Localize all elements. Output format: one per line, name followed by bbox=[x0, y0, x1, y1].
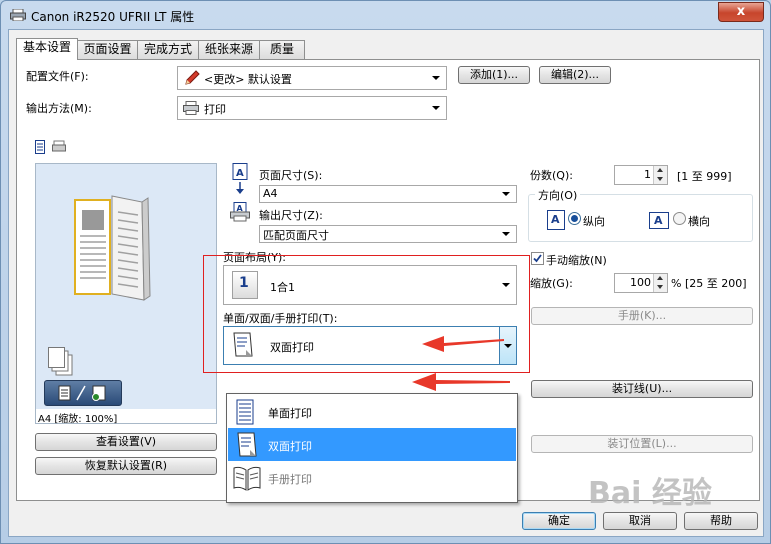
page-size-value: A4 bbox=[263, 187, 278, 200]
duplex-option-duplex[interactable]: 双面打印 bbox=[228, 428, 516, 461]
binding-position-button[interactable]: 装订位置(L)... bbox=[531, 435, 753, 453]
preview-status-bar: A4 [缩放: 100%] bbox=[35, 409, 217, 425]
copies-value: 1 bbox=[644, 168, 651, 181]
radio-dot bbox=[571, 215, 578, 222]
page-view-toggle-icon[interactable] bbox=[35, 140, 51, 154]
copies-stack-icon bbox=[48, 347, 73, 376]
duplex-option-booklet[interactable]: 手册打印 bbox=[228, 461, 516, 494]
spin-up-icon bbox=[657, 276, 663, 280]
duplex-option-label: 手册打印 bbox=[268, 473, 312, 486]
scaling-spin-buttons[interactable] bbox=[653, 274, 667, 292]
copies-spin-buttons[interactable] bbox=[653, 166, 667, 184]
duplex-dropdown-list: 单面打印 双面打印 手册打印 bbox=[226, 393, 518, 503]
title-bar: Canon iR2520 UFRII LT 属性 x bbox=[1, 1, 770, 29]
scaling-value: 100 bbox=[630, 276, 651, 289]
output-method-value: 打印 bbox=[204, 103, 226, 116]
profile-value: <更改> 默认设置 bbox=[204, 73, 292, 86]
copies-label: 份数(Q): bbox=[530, 169, 573, 182]
tab-quality[interactable]: 质量 bbox=[259, 40, 305, 59]
duplex-preview-toggle-button[interactable] bbox=[44, 380, 122, 406]
view-settings-button[interactable]: 查看设置(V) bbox=[35, 433, 217, 451]
landscape-icon: A bbox=[649, 212, 669, 229]
pencil-icon bbox=[185, 70, 200, 85]
output-method-combo[interactable]: 打印 bbox=[177, 96, 447, 120]
printer-view-toggle-icon[interactable] bbox=[52, 140, 68, 154]
profile-label: 配置文件(F): bbox=[26, 70, 89, 83]
booklet-button[interactable]: 手册(K)... bbox=[531, 307, 753, 325]
output-size-label: 输出尺寸(Z): bbox=[259, 209, 323, 222]
landscape-radio[interactable] bbox=[673, 212, 686, 225]
manual-scaling-checkbox[interactable] bbox=[531, 252, 544, 265]
spin-down-icon bbox=[657, 285, 663, 289]
scaling-range: % [25 至 200] bbox=[671, 277, 747, 290]
portrait-label: 纵向 bbox=[583, 215, 605, 228]
output-size-icon: A bbox=[230, 202, 250, 222]
orientation-label: 方向(O) bbox=[535, 187, 581, 203]
single-sided-print-icon bbox=[236, 399, 254, 425]
manual-scaling-label: 手动缩放(N) bbox=[546, 254, 607, 267]
scaling-spinner[interactable]: 100 bbox=[614, 273, 668, 293]
spin-up-icon bbox=[657, 168, 663, 172]
output-size-value: 匹配页面尺寸 bbox=[263, 229, 329, 242]
spin-down-icon bbox=[657, 177, 663, 181]
edit-profile-button[interactable]: 编辑(2)... bbox=[539, 66, 611, 84]
binding-line-button[interactable]: 装订线(U)... bbox=[531, 380, 753, 398]
chevron-down-icon bbox=[432, 76, 440, 80]
cancel-button[interactable]: 取消 bbox=[603, 512, 677, 530]
portrait-icon-glyph: A bbox=[551, 213, 560, 226]
duplex-option-label: 单面打印 bbox=[268, 407, 312, 420]
duplex-option-label: 双面打印 bbox=[268, 440, 312, 453]
print-preview bbox=[35, 163, 217, 410]
help-button[interactable]: 帮助 bbox=[684, 512, 758, 530]
profile-combo[interactable]: <更改> 默认设置 bbox=[177, 66, 447, 90]
output-size-combo[interactable]: 匹配页面尺寸 bbox=[259, 225, 517, 243]
landscape-icon-glyph: A bbox=[654, 214, 663, 227]
tab-page-setup[interactable]: 页面设置 bbox=[77, 40, 138, 59]
annotation-highlight-box bbox=[203, 255, 530, 373]
window-title: Canon iR2520 UFRII LT 属性 bbox=[31, 10, 195, 24]
printer-icon bbox=[10, 9, 26, 21]
add-profile-button[interactable]: 添加(1)... bbox=[458, 66, 530, 84]
single-double-page-icon bbox=[58, 385, 106, 401]
chevron-down-icon bbox=[502, 192, 510, 196]
chevron-down-icon bbox=[432, 106, 440, 110]
tab-finishing[interactable]: 完成方式 bbox=[137, 40, 199, 59]
copies-range: [1 至 999] bbox=[677, 170, 732, 183]
checkmark-icon bbox=[533, 254, 542, 263]
preview-status-text: A4 [缩放: 100%] bbox=[38, 414, 118, 425]
restore-defaults-button[interactable]: 恢复默认设置(R) bbox=[35, 457, 217, 475]
portrait-icon: A bbox=[547, 210, 565, 230]
page-size-icon: A bbox=[232, 163, 248, 194]
output-method-label: 输出方法(M): bbox=[26, 102, 92, 115]
copies-spinner[interactable]: 1 bbox=[614, 165, 668, 185]
booklet-print-icon bbox=[233, 466, 261, 491]
svg-text:A: A bbox=[236, 168, 244, 179]
landscape-label: 横向 bbox=[688, 215, 710, 228]
scaling-label: 缩放(G): bbox=[530, 277, 573, 290]
portrait-radio[interactable] bbox=[568, 212, 581, 225]
annotation-arrow-icon bbox=[412, 373, 510, 391]
annotation-arrow-icon bbox=[422, 336, 504, 352]
document-preview-image bbox=[74, 195, 151, 301]
ok-button[interactable]: 确定 bbox=[522, 512, 596, 530]
tab-paper-source[interactable]: 纸张来源 bbox=[198, 40, 260, 59]
page-size-combo[interactable]: A4 bbox=[259, 185, 517, 203]
baidu-watermark: Bai 经验 bbox=[588, 476, 712, 511]
printer-icon bbox=[183, 101, 199, 115]
duplex-option-simplex[interactable]: 单面打印 bbox=[228, 395, 516, 428]
page-size-label: 页面尺寸(S): bbox=[259, 169, 323, 182]
chevron-down-icon bbox=[502, 232, 510, 236]
duplex-print-icon bbox=[237, 432, 257, 457]
close-button[interactable]: x bbox=[718, 2, 764, 22]
tab-basic-settings[interactable]: 基本设置 bbox=[16, 38, 78, 60]
